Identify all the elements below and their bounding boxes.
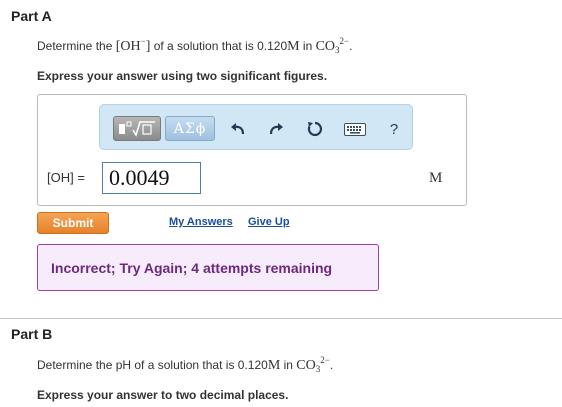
- part-a-question: Determine the [OH−] of a solution that i…: [37, 36, 353, 55]
- part-b-title: Part B: [11, 326, 53, 342]
- submit-button[interactable]: Submit: [37, 212, 109, 234]
- carbonate-formula: CO32−: [296, 355, 330, 374]
- keyboard-icon[interactable]: [342, 118, 368, 140]
- template-icon: [119, 121, 155, 137]
- part-a-instruction: Express your answer using two significan…: [37, 69, 328, 83]
- part-b-question: Determine the pH of a solution that is 0…: [37, 355, 334, 374]
- question-text: Determine the pH of a solution that is 0…: [37, 358, 268, 372]
- carbonate-formula: CO32−: [315, 36, 350, 55]
- reset-icon[interactable]: [304, 118, 326, 140]
- section-divider: [0, 318, 562, 319]
- help-button[interactable]: ?: [383, 118, 405, 140]
- question-text: Determine the: [37, 39, 116, 53]
- molarity-unit: M: [287, 39, 300, 54]
- redo-icon[interactable]: [265, 118, 287, 140]
- molarity-unit: M: [267, 358, 281, 373]
- answer-unit: M: [429, 170, 443, 186]
- my-answers-link[interactable]: My Answers: [169, 216, 233, 228]
- feedback-message: Incorrect; Try Again; 4 attempts remaini…: [37, 244, 379, 291]
- question-text: of a solution that is 0.120: [150, 39, 288, 53]
- symbols-button[interactable]: ΑΣϕ: [165, 116, 215, 141]
- hydroxide-formula: [OH−]: [115, 36, 151, 54]
- part-b-instruction: Express your answer to two decimal place…: [37, 388, 289, 402]
- template-button[interactable]: [113, 116, 161, 141]
- give-up-link[interactable]: Give Up: [248, 216, 290, 228]
- answer-input[interactable]: 0.0049: [102, 162, 201, 194]
- part-a-title: Part A: [11, 8, 52, 24]
- math-toolbar: ΑΣϕ ?: [99, 104, 413, 150]
- answer-label: [OH] =: [47, 170, 85, 185]
- undo-icon[interactable]: [227, 118, 249, 140]
- feedback-text: Incorrect; Try Again; 4 attempts remaini…: [51, 259, 333, 276]
